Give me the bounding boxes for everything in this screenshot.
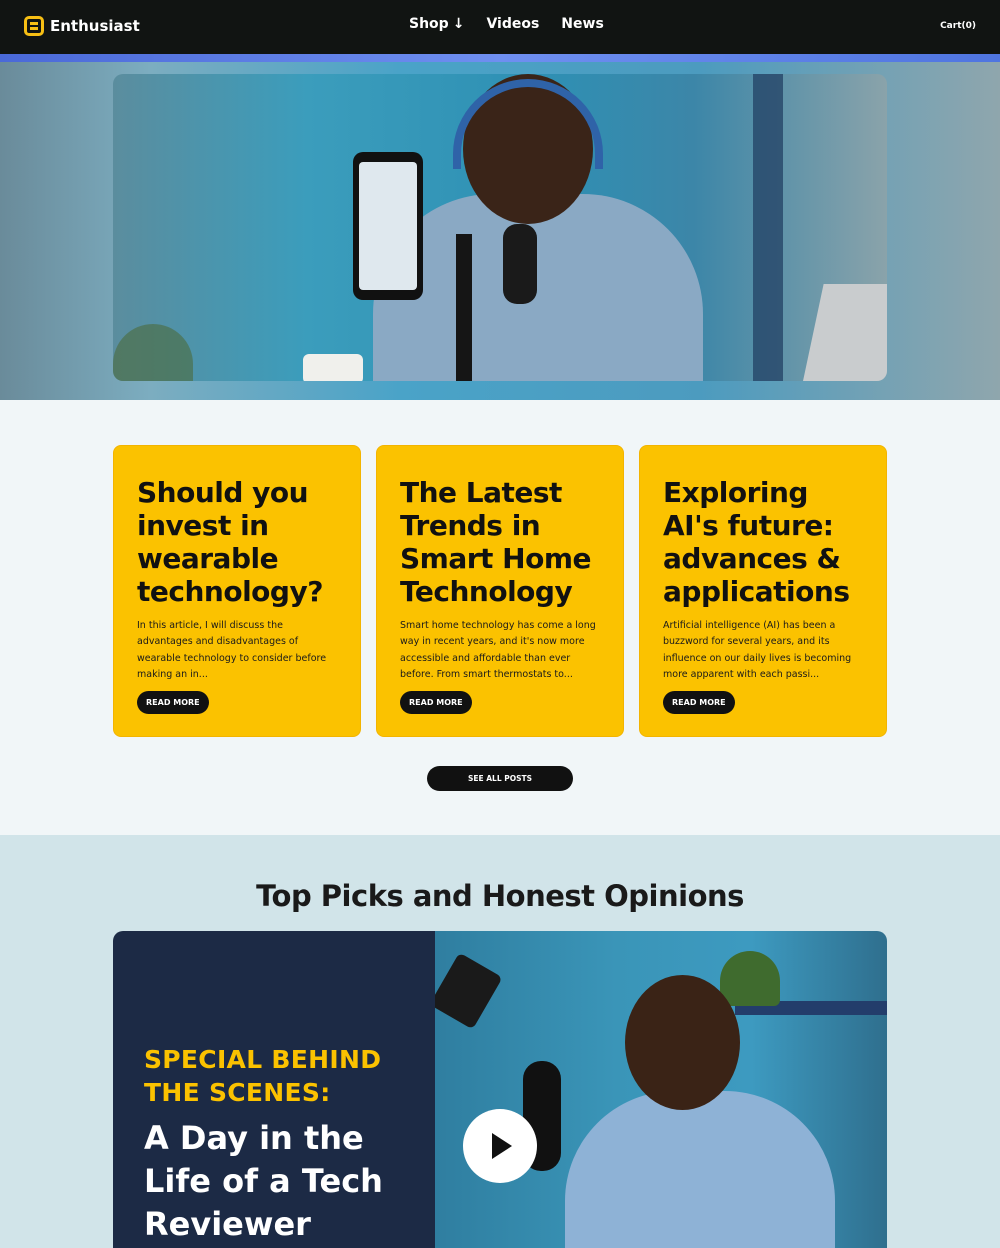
post-card[interactable]: Should you invest in wearable technology…: [113, 445, 361, 737]
nav-news[interactable]: News: [561, 16, 603, 32]
post-title: The Latest Trends in Smart Home Technolo…: [400, 476, 592, 608]
person-head-shape: [625, 975, 740, 1110]
post-excerpt: Artificial intelligence (AI) has been a …: [663, 620, 852, 680]
read-more-button[interactable]: READ MORE: [663, 691, 735, 715]
post-title: Exploring AI's future: advances & applic…: [663, 476, 850, 608]
hero-banner: [0, 54, 1000, 400]
arrow-down-icon: ↓: [452, 16, 465, 32]
featured-text-panel: SPECIAL BEHIND THE SCENES: A Day in the …: [113, 931, 435, 1248]
phone-screen-shape: [359, 162, 417, 290]
section-title: Top Picks and Honest Opinions: [256, 879, 744, 913]
shelf-shape: [753, 74, 783, 381]
logo[interactable]: Enthusiast: [24, 16, 140, 36]
post-card[interactable]: The Latest Trends in Smart Home Technolo…: [376, 445, 624, 737]
plant-shape: [720, 951, 780, 1006]
hero-top-strip: [0, 54, 1000, 62]
logo-icon: [24, 16, 44, 36]
blog-posts-section: Should you invest in wearable technology…: [0, 400, 1000, 835]
phone-stand-shape: [456, 234, 472, 381]
headphones-shape: [453, 79, 603, 169]
cart-link[interactable]: Cart(0): [940, 21, 976, 31]
post-title: Should you invest in wearable technology…: [137, 476, 323, 608]
featured-video: SPECIAL BEHIND THE SCENES: A Day in the …: [113, 931, 887, 1248]
main-menu: Shop ↓ Videos News: [409, 16, 604, 32]
person-body-shape: [565, 1091, 835, 1248]
post-excerpt: Smart home technology has come a long wa…: [400, 620, 596, 680]
plant-shape: [113, 324, 193, 381]
featured-kicker: SPECIAL BEHIND THE SCENES:: [144, 1045, 382, 1107]
cup-shape: [303, 354, 363, 381]
post-excerpt: In this article, I will discuss the adva…: [137, 620, 327, 680]
top-nav: Enthusiast Shop ↓ Videos News Cart(0): [0, 0, 1000, 54]
see-all-posts-button[interactable]: SEE ALL POSTS: [427, 766, 573, 791]
studio-light-shape: [435, 952, 503, 1030]
hero-image: [113, 74, 887, 381]
microphone-shape: [503, 224, 537, 304]
read-more-button[interactable]: READ MORE: [137, 691, 209, 715]
nav-shop-label: Shop: [409, 16, 449, 32]
nav-videos[interactable]: Videos: [486, 16, 539, 32]
logo-text: Enthusiast: [50, 17, 140, 35]
laptop-shape: [802, 284, 887, 381]
nav-shop[interactable]: Shop ↓: [409, 16, 464, 32]
read-more-button[interactable]: READ MORE: [400, 691, 472, 715]
top-picks-section: Top Picks and Honest Opinions SPECIAL BE…: [0, 835, 1000, 1248]
post-card[interactable]: Exploring AI's future: advances & applic…: [639, 445, 887, 737]
featured-video-thumbnail[interactable]: [435, 931, 887, 1248]
play-icon[interactable]: [463, 1109, 537, 1183]
featured-title: A Day in the Life of a Tech Reviewer: [144, 1119, 383, 1243]
